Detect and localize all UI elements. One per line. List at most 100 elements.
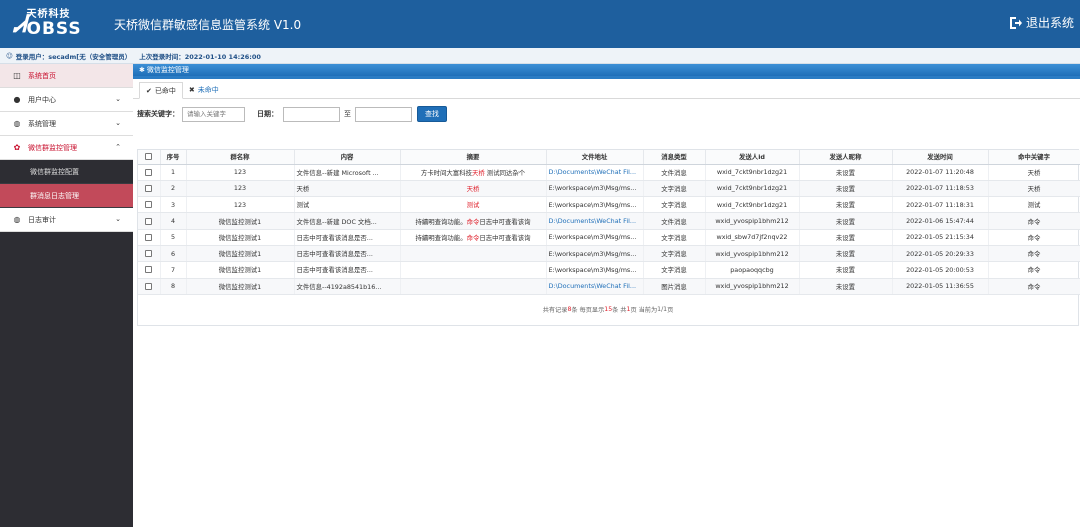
sidebar-subitem-message-log[interactable]: 群消息日志管理	[0, 184, 133, 208]
cell-time: 2022-01-07 11:18:31	[892, 196, 989, 214]
cell-sender-id: paopaoqqcbg	[705, 261, 800, 279]
cell-summary: 方卡时间大富科技天桥 测试同达杂个	[400, 164, 547, 181]
logo-mark: Ꮧ	[14, 9, 26, 38]
app-title: 天桥微信群敏感信息监管系统 V1.0	[114, 17, 302, 32]
row-checkbox[interactable]	[138, 196, 161, 214]
start-date-input[interactable]	[283, 106, 340, 122]
panel-title: ✱ 微信监控管理	[133, 64, 1080, 79]
cell-type: 文字消息	[643, 229, 706, 246]
date-to-label: 至	[344, 110, 351, 118]
cell-type: 文件消息	[643, 212, 706, 230]
table-row[interactable]: 8 微信监控测试1 文件信息--4192a8541b16... D:\Document…	[138, 278, 1080, 295]
col-header: 群名称	[186, 150, 295, 165]
chevron-down-icon: ⌄	[115, 95, 121, 103]
gear-icon: ✿	[13, 143, 21, 152]
table-row[interactable]: 6 微信监控测试1 日志中可查看该消息是否... E:\workspace\m3\Ms…	[138, 245, 1080, 263]
cell-content: 日志中可查看该消息是否...	[294, 245, 401, 263]
row-checkbox[interactable]	[138, 212, 161, 230]
logo-en: OBSS	[26, 19, 82, 39]
cell-nick: 未设置	[799, 212, 893, 230]
sidebar-subitem-monitor-config[interactable]: 微信群监控配置	[0, 160, 133, 184]
cell-content: 日志中可查看该消息是否...	[294, 229, 401, 246]
login-user: 登录用户：secadm[无（安全管理员）	[15, 52, 132, 61]
cell-time: 2022-01-05 20:00:53	[892, 261, 989, 279]
row-checkbox[interactable]	[138, 245, 161, 263]
cell-nick: 未设置	[799, 229, 893, 246]
sidebar: ◫ 系统首页 ● 用户中心 ⌄ ◍ 系统管理 ⌄ ✿ 微信群监控管理 ⌃ 微信群…	[0, 64, 133, 527]
pagination-info: 共有记录 8 条 每页显示 15 条 共1页 当前为 1/1 页	[542, 306, 674, 315]
cell-no: 2	[160, 180, 187, 198]
cell-keyword: 命令	[988, 212, 1080, 230]
cell-nick: 未设置	[799, 278, 893, 295]
main-content: ✱ 微信监控管理 ✔ 已命中 ✖ 未命中 搜索关键字： 日期： 至 查找	[133, 64, 1080, 527]
cell-no: 5	[160, 229, 187, 246]
tab-bar: ✔ 已命中 ✖ 未命中	[133, 79, 1080, 99]
cell-keyword: 命令	[988, 278, 1080, 295]
cell-time: 2022-01-05 11:36:55	[892, 278, 989, 295]
cell-group: 微信监控测试1	[186, 261, 295, 279]
keyword-input[interactable]	[182, 106, 245, 122]
sidebar-item-home[interactable]: ◫ 系统首页	[0, 64, 133, 88]
cell-no: 3	[160, 196, 187, 214]
cell-content: 文件信息--新建 DOC 文档...	[294, 212, 401, 230]
cell-group: 微信监控测试1	[186, 212, 295, 230]
cell-sender-id: wxid_7ckt9nbr1dzg21	[705, 180, 800, 198]
row-checkbox[interactable]	[138, 278, 161, 295]
cell-nick: 未设置	[799, 261, 893, 279]
cell-file[interactable]: D:\Documents\WeChat Fil...	[546, 278, 644, 295]
row-checkbox[interactable]	[138, 261, 161, 279]
row-checkbox[interactable]	[138, 164, 161, 181]
select-all-checkbox[interactable]	[138, 150, 161, 165]
logout-button[interactable]: 退出系统	[1008, 14, 1074, 31]
cell-summary	[400, 261, 547, 279]
top-bar: Ꮧ 天桥科技 OBSS 天桥微信群敏感信息监管系统 V1.0 退出系统	[0, 0, 1080, 48]
sidebar-item-wechat-monitor[interactable]: ✿ 微信群监控管理 ⌃	[0, 136, 133, 160]
table-row[interactable]: 2 123 天桥 天桥 E:\workspace\m3\Msg/ms... 文字消息 wxi…	[138, 180, 1080, 198]
cell-nick: 未设置	[799, 245, 893, 263]
search-button[interactable]: 查找	[417, 106, 447, 122]
globe-icon: ◍	[13, 119, 21, 128]
table-row[interactable]: 3 123 测试 测试 E:\workspace\m3\Msg/ms... 文字消息 wxi…	[138, 196, 1080, 214]
row-checkbox[interactable]	[138, 229, 161, 246]
cell-type: 文字消息	[643, 196, 706, 214]
table-row[interactable]: 7 微信监控测试1 日志中可查看该消息是否... E:\workspace\m3\Ms…	[138, 261, 1080, 279]
col-header: 发送人id	[705, 150, 800, 165]
cell-file: E:\workspace\m3\Msg/ms...	[546, 180, 644, 198]
table-row[interactable]: 5 微信监控测试1 日志中可查看该消息是否... 持續明查询功能。命令日志中可查看该询…	[138, 229, 1080, 246]
logout-icon	[1009, 16, 1022, 29]
cell-content: 文件信息--4192a8541b16...	[294, 278, 401, 295]
cell-file[interactable]: D:\Documents\WeChat Fil...	[546, 212, 644, 230]
cell-time: 2022-01-06 15:47:44	[892, 212, 989, 230]
cell-sender-id: wxid_yvospip1bhm212	[705, 245, 800, 263]
sidebar-item-audit-log[interactable]: ◍ 日志审计 ⌄	[0, 208, 133, 232]
tab-miss[interactable]: ✖ 未命中	[183, 81, 225, 98]
cell-summary: 测试	[400, 196, 547, 214]
cell-group: 微信监控测试1	[186, 245, 295, 263]
table-row[interactable]: 1 123 文件信息--新建 Microsoft ... 方卡时间大富科技天桥 测试同…	[138, 164, 1080, 181]
cell-keyword: 命令	[988, 261, 1080, 279]
globe-icon: ◍	[13, 215, 21, 224]
end-date-input[interactable]	[355, 106, 412, 122]
cell-file[interactable]: D:\Documents\WeChat Fil...	[546, 164, 644, 181]
cell-no: 1	[160, 164, 187, 181]
table-row[interactable]: 4 微信监控测试1 文件信息--新建 DOC 文档... 持續明查询功能。命令日志中可…	[138, 212, 1080, 230]
cell-group: 123	[186, 196, 295, 214]
col-header: 消息类型	[643, 150, 706, 165]
tab-hit[interactable]: ✔ 已命中	[139, 82, 183, 99]
results-table-wrap: 序号 群名称 内容 摘要 文件地址 消息类型 发送人id 发送人昵称 发送时间 …	[137, 149, 1080, 326]
col-header: 发送人昵称	[799, 150, 893, 165]
cell-content: 天桥	[294, 180, 401, 198]
sidebar-item-user-center[interactable]: ● 用户中心 ⌄	[0, 88, 133, 112]
star-icon: ✱	[139, 66, 145, 74]
results-table: 序号 群名称 内容 摘要 文件地址 消息类型 发送人id 发送人昵称 发送时间 …	[138, 150, 1080, 295]
col-header: 命中关键字	[988, 150, 1080, 165]
sidebar-item-system[interactable]: ◍ 系统管理 ⌄	[0, 112, 133, 136]
row-checkbox[interactable]	[138, 180, 161, 198]
cell-time: 2022-01-05 21:15:34	[892, 229, 989, 246]
user-info-bar: ☺ 登录用户：secadm[无（安全管理员） 上次登录时间：2022-01-10…	[0, 48, 1080, 64]
col-header: 序号	[160, 150, 187, 165]
table-header-row: 序号 群名称 内容 摘要 文件地址 消息类型 发送人id 发送人昵称 发送时间 …	[138, 150, 1080, 165]
date-label: 日期：	[257, 110, 278, 118]
cell-keyword: 命令	[988, 229, 1080, 246]
cell-content: 测试	[294, 196, 401, 214]
